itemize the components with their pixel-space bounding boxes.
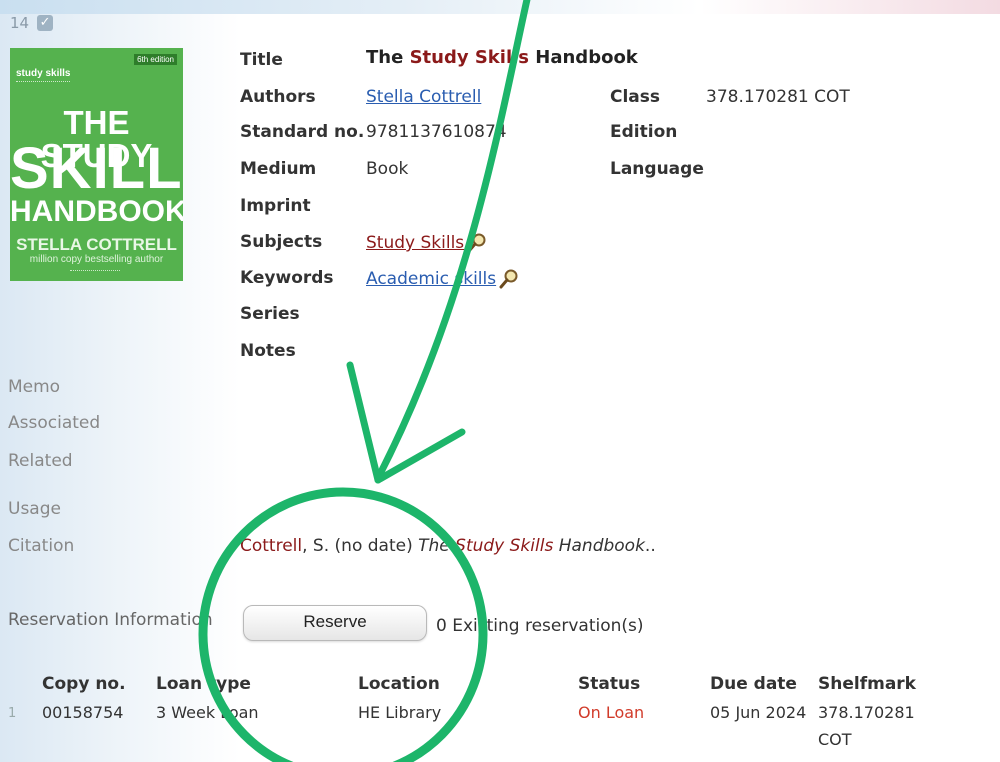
existing-reservations: 0 Existing reservation(s) bbox=[436, 616, 644, 636]
col-loan-type: Loan type bbox=[156, 674, 251, 694]
cover-edition-badge: 6th edition bbox=[134, 54, 177, 65]
cover-divider bbox=[70, 270, 120, 271]
keywords-label: Keywords bbox=[240, 268, 334, 288]
authors-link[interactable]: Stella Cottrell bbox=[366, 87, 481, 107]
keyword-link[interactable]: Academic skills bbox=[366, 269, 496, 289]
subject-link[interactable]: Study Skills bbox=[366, 233, 464, 253]
associated-label: Associated bbox=[8, 413, 101, 433]
status-cell: On Loan bbox=[578, 703, 645, 722]
col-status: Status bbox=[578, 674, 641, 694]
standard-no-label: Standard no. bbox=[240, 122, 365, 142]
notes-label: Notes bbox=[240, 341, 296, 361]
citation-text: Cottrell, S. (no date) The Study Skills … bbox=[240, 536, 656, 556]
title-value: The Study Skills Handbook bbox=[366, 47, 638, 68]
top-band bbox=[0, 0, 1000, 14]
record-header: 14 ✓ bbox=[10, 14, 54, 32]
series-label: Series bbox=[240, 304, 300, 324]
col-location: Location bbox=[358, 674, 440, 694]
subjects-label: Subjects bbox=[240, 232, 323, 252]
annotation-arrowhead-left bbox=[346, 361, 382, 484]
due-date-cell: 05 Jun 2024 bbox=[710, 703, 807, 722]
keywords-value: Academic skills bbox=[366, 268, 520, 290]
col-copy-no: Copy no. bbox=[42, 674, 126, 694]
medium-value: Book bbox=[366, 159, 409, 179]
authors-label: Authors bbox=[240, 87, 316, 107]
select-checkbox-icon[interactable]: ✓ bbox=[37, 15, 54, 31]
cover-series: study skills bbox=[16, 68, 71, 82]
cover-title-line2: SKILLS bbox=[10, 136, 183, 201]
cover-title-line3: HANDBOOK bbox=[10, 195, 183, 228]
subjects-value: Study Skills bbox=[366, 232, 488, 254]
row-index: 1 bbox=[8, 706, 17, 721]
magnifier-icon[interactable] bbox=[466, 232, 488, 254]
loan-type-cell: 3 Week Loan bbox=[156, 703, 259, 722]
usage-label: Usage bbox=[8, 499, 61, 519]
medium-label: Medium bbox=[240, 159, 317, 179]
standard-no-value: 9781137610874 bbox=[366, 122, 507, 142]
book-cover-image[interactable]: 6th edition study skills THE STUDY SKILL… bbox=[10, 48, 183, 281]
class-value: 378.170281 COT bbox=[706, 87, 850, 107]
annotation-arrowhead-right bbox=[374, 428, 466, 484]
magnifier-icon[interactable] bbox=[498, 268, 520, 290]
citation-label: Citation bbox=[8, 536, 75, 556]
cover-tagline: million copy bestselling author bbox=[29, 254, 164, 265]
reservation-label: Reservation Information bbox=[8, 610, 213, 630]
memo-label: Memo bbox=[8, 377, 61, 397]
shelfmark-cell-line2: COT bbox=[818, 730, 852, 749]
related-label: Related bbox=[8, 451, 73, 471]
edition-label: Edition bbox=[610, 122, 678, 142]
record-number: 14 bbox=[10, 14, 30, 32]
reserve-button[interactable]: Reserve bbox=[243, 605, 427, 641]
cover-author: STELLA COTTRELL bbox=[16, 235, 177, 254]
title-label: Title bbox=[240, 50, 283, 70]
class-label: Class bbox=[610, 87, 661, 107]
location-cell: HE Library bbox=[358, 703, 442, 722]
col-shelfmark: Shelfmark bbox=[818, 674, 916, 694]
language-label: Language bbox=[610, 159, 704, 179]
shelfmark-cell: 378.170281 bbox=[818, 703, 915, 722]
copy-no-cell: 00158754 bbox=[42, 703, 124, 722]
imprint-label: Imprint bbox=[240, 196, 311, 216]
col-due-date: Due date bbox=[710, 674, 797, 694]
